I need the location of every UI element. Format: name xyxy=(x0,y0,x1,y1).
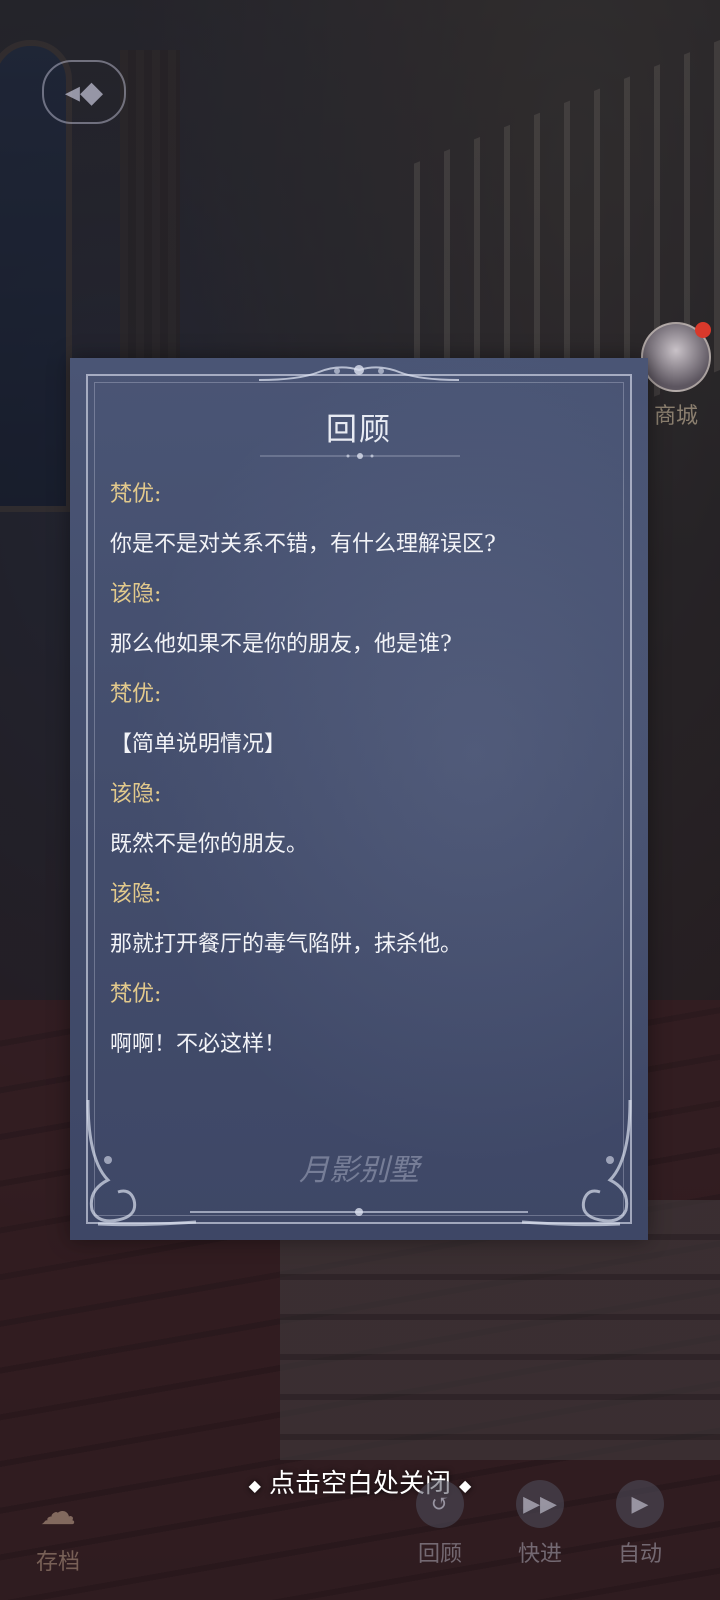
speaker-name: 该隐: xyxy=(110,882,162,907)
dialog-text: 【简单说明情况】 xyxy=(110,732,287,757)
save-button[interactable]: ☁ 存档 xyxy=(18,1488,98,1576)
speaker-name: 该隐: xyxy=(110,582,162,607)
rewind-icon: ↺ xyxy=(416,1480,464,1528)
top-ornament-icon xyxy=(259,365,459,381)
panel-title: 回顾 xyxy=(326,412,392,448)
diamond-icon: ◆ xyxy=(248,1475,261,1495)
dialog-text: 那就打开餐厅的毒气陷阱，抹杀他。 xyxy=(110,932,463,957)
auto-button[interactable]: ▶ 自动 xyxy=(600,1480,680,1568)
save-label: 存档 xyxy=(35,1550,80,1575)
cloud-save-icon: ☁ xyxy=(40,1491,76,1533)
list-item: 梵优: 【简单说明情况】 xyxy=(110,670,618,770)
list-item: 该隐: 既然不是你的朋友。 xyxy=(110,770,618,870)
dialog-list[interactable]: 梵优: 你是不是对关系不错，有什么理解误区? 该隐: 那么他如果不是你的朋友，他… xyxy=(110,470,618,1070)
dialog-text: 既然不是你的朋友。 xyxy=(110,832,309,857)
bottom-ornament-icon xyxy=(190,1208,528,1216)
speaker-name: 梵优: xyxy=(110,682,162,707)
speaker-name: 该隐: xyxy=(110,782,162,807)
list-item: 该隐: 那么他如果不是你的朋友，他是谁? xyxy=(110,570,618,670)
game-scene[interactable]: ◂◆ 商城 回顾 梵优: 你是不是对关系不错，有什么理解误区? 该隐: 那么他如… xyxy=(0,0,720,1600)
dialog-text: 啊啊！不必这样！ xyxy=(110,1032,287,1057)
list-item: 该隐: 那就打开餐厅的毒气陷阱，抹杀他。 xyxy=(110,870,618,970)
title-divider-icon xyxy=(260,453,460,459)
fast-forward-icon: ▶▶ xyxy=(516,1480,564,1528)
auto-label: 自动 xyxy=(617,1542,662,1567)
store-button[interactable]: 商城 xyxy=(640,322,712,430)
list-item: 梵优: 你是不是对关系不错，有什么理解误区? xyxy=(110,470,618,570)
notification-dot xyxy=(695,322,711,338)
back-button[interactable]: ◂◆ xyxy=(42,60,126,124)
list-item: 梵优: 啊啊！不必这样！ xyxy=(110,970,618,1070)
avatar xyxy=(641,322,711,392)
back-arrow-icon: ◂◆ xyxy=(64,74,104,110)
game-logo-watermark: 月影别墅 xyxy=(299,1153,419,1188)
store-label: 商城 xyxy=(653,404,698,429)
speaker-name: 梵优: xyxy=(110,482,162,507)
speaker-name: 梵优: xyxy=(110,982,162,1007)
fast-forward-button[interactable]: ▶▶ 快进 xyxy=(500,1480,580,1568)
dialog-text: 你是不是对关系不错，有什么理解误区? xyxy=(110,532,496,557)
review-button[interactable]: ↺ 回顾 xyxy=(400,1480,480,1568)
review-label: 回顾 xyxy=(417,1542,462,1567)
dialog-text: 那么他如果不是你的朋友，他是谁? xyxy=(110,632,452,657)
play-icon: ▶ xyxy=(616,1480,664,1528)
fast-forward-label: 快进 xyxy=(517,1542,562,1567)
review-panel[interactable]: 回顾 梵优: 你是不是对关系不错，有什么理解误区? 该隐: 那么他如果不是你的朋… xyxy=(70,358,648,1240)
